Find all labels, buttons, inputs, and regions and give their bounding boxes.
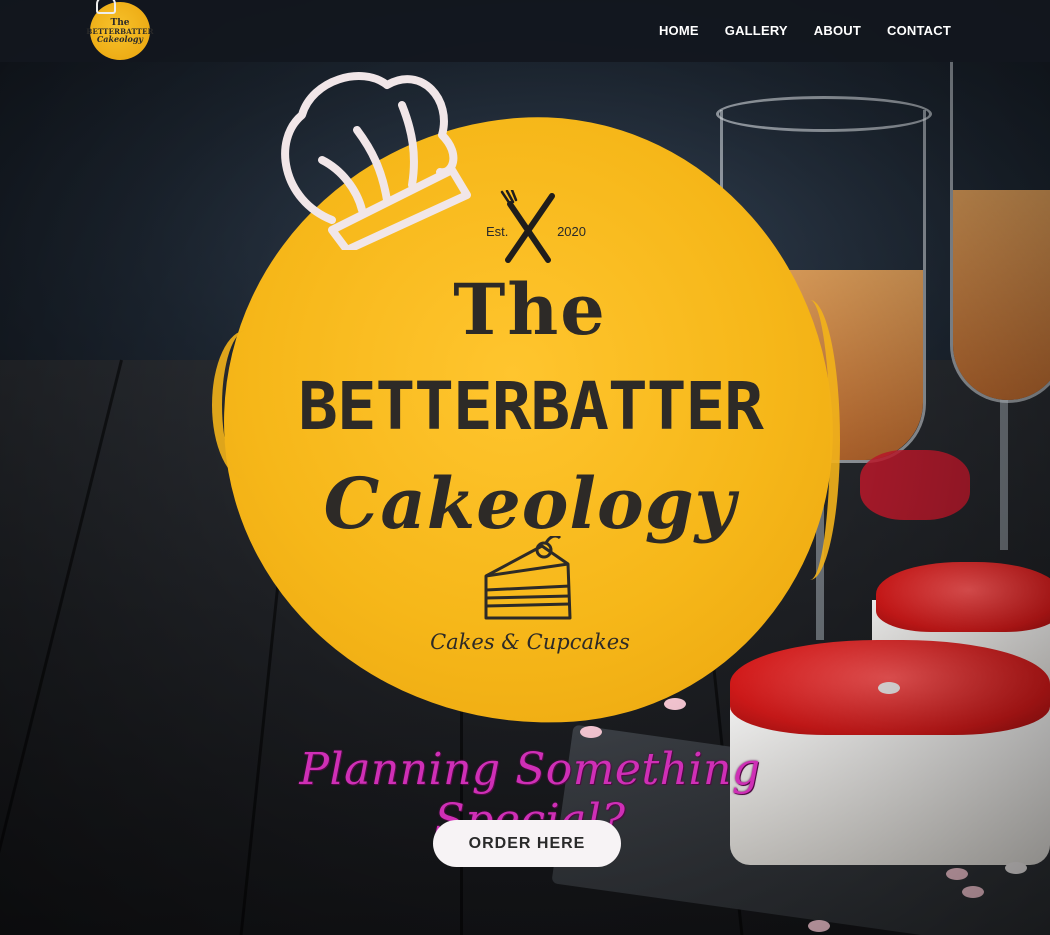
chef-hat-icon <box>281 72 471 250</box>
logo-title-the: The <box>453 268 607 351</box>
nav-logo[interactable]: The BETTERBATTER Cakeology <box>86 0 153 60</box>
logo-subtitle: Cakes & Cupcakes <box>430 630 630 654</box>
order-here-button[interactable]: ORDER HERE <box>433 820 621 867</box>
cake-slice-icon <box>484 536 572 620</box>
nav-menu: HOME GALLERY ABOUT CONTACT <box>659 23 951 38</box>
logo-title-cakeology: Cakeology <box>323 462 737 545</box>
nav-item-gallery[interactable]: GALLERY <box>725 23 788 38</box>
logo-brush-stroke <box>212 330 282 480</box>
est-label: Est. 2020 <box>486 224 586 239</box>
logo-title-brand: BETTERBATTER <box>298 368 764 445</box>
chef-hat-icon <box>96 0 116 14</box>
nav-item-about[interactable]: ABOUT <box>814 23 861 38</box>
logo-brush-stroke <box>780 300 840 580</box>
nav-logo-line-3: Cakeology <box>96 34 144 44</box>
est-text: Est. <box>486 224 509 239</box>
nav-item-home[interactable]: HOME <box>659 23 699 38</box>
nav-item-contact[interactable]: CONTACT <box>887 23 951 38</box>
est-year: 2020 <box>557 224 586 239</box>
top-navbar: The BETTERBATTER Cakeology HOME GALLERY … <box>0 0 1050 62</box>
